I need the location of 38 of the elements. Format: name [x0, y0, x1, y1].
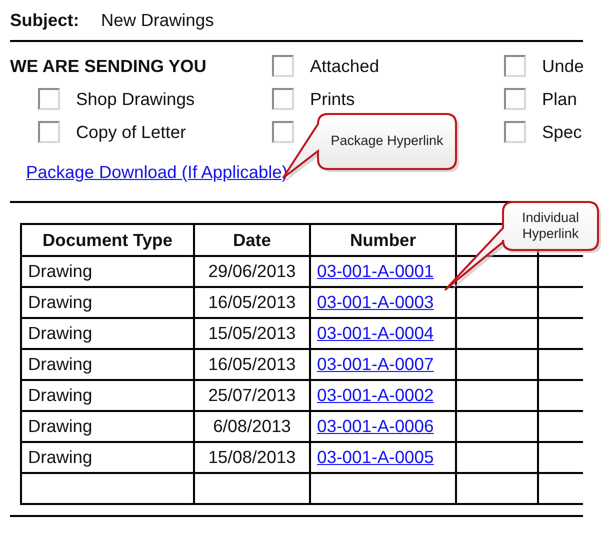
checkbox-label: Spec: [542, 122, 582, 142]
checkbox[interactable]: [504, 121, 526, 143]
table-cell: Drawing: [21, 256, 194, 287]
table-cell: Drawing: [21, 349, 194, 380]
callout-text: Package Hyperlink: [330, 132, 444, 150]
column-header: Date: [194, 224, 310, 256]
section-heading: WE ARE SENDING YOU: [10, 54, 208, 78]
table-cell: Drawing: [21, 318, 194, 349]
checkbox[interactable]: [272, 55, 294, 77]
checkbox-label: Shop Drawings: [76, 88, 195, 110]
table-cell: Drawing: [21, 442, 194, 473]
table-cell: 25/07/2013: [194, 380, 310, 411]
checkbox-label: Prints: [310, 88, 355, 110]
package-download-link[interactable]: Package Download (If Applicable): [26, 162, 288, 183]
checkbox[interactable]: [272, 88, 294, 110]
checkbox-label: Attached: [310, 56, 380, 76]
table-cell: Drawing: [21, 380, 194, 411]
checkbox-label: Plan: [542, 88, 578, 110]
table-cell: 29/06/2013: [194, 256, 310, 287]
checkbox[interactable]: [272, 121, 294, 143]
table-cell: 15/08/2013: [194, 442, 310, 473]
table-cell: 16/05/2013: [194, 349, 310, 380]
table-cell: 6/08/2013: [194, 411, 310, 442]
subject-value: New Drawings: [101, 10, 214, 32]
checkbox[interactable]: [504, 55, 526, 77]
checkbox[interactable]: [38, 88, 60, 110]
table-cell: 16/05/2013: [194, 287, 310, 318]
column-header: Document Type: [21, 224, 194, 256]
column-header: Number: [310, 224, 456, 256]
checkbox-label: Copy of Letter: [76, 122, 186, 142]
checkbox[interactable]: [38, 121, 60, 143]
checkbox[interactable]: [504, 88, 526, 110]
checkbox-label: Unde: [542, 56, 583, 76]
table-cell: 15/05/2013: [194, 318, 310, 349]
subject-label: Subject:: [10, 10, 80, 32]
table-cell: Drawing: [21, 287, 194, 318]
table-cell: Drawing: [21, 411, 194, 442]
callout-text: Individual Hyperlink: [520, 208, 580, 243]
